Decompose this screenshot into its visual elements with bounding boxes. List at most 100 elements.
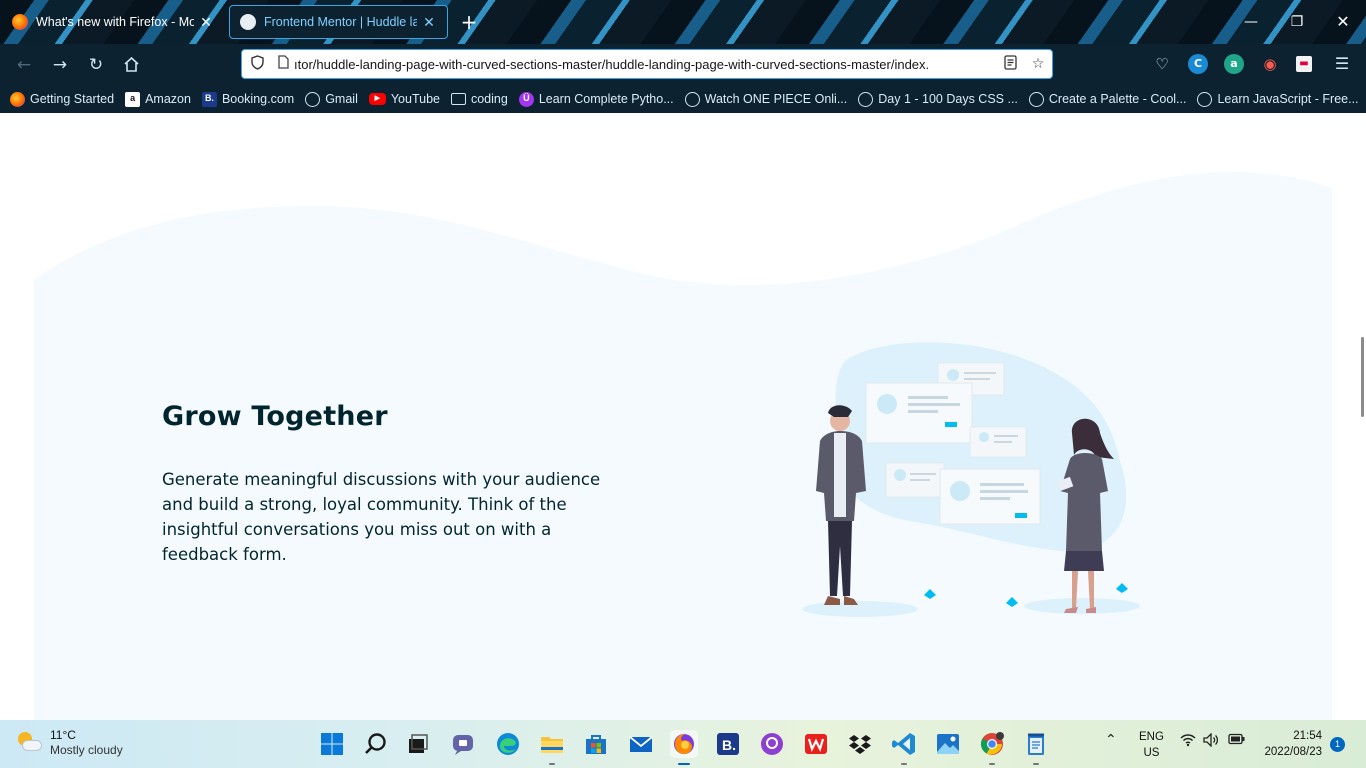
bookmarks-toolbar: Getting Started a Amazon B. Booking.com Gm… xyxy=(0,85,1366,113)
windows-taskbar: 11°C Mostly cloudy B. ⌃ ENG US 21:54 202… xyxy=(0,720,1366,768)
tab-whats-new-firefox[interactable]: What's new with Firefox - More ✕ xyxy=(2,5,224,39)
edge-button[interactable] xyxy=(494,730,522,758)
notification-badge[interactable]: 1 xyxy=(1330,737,1345,752)
github-desktop-button[interactable] xyxy=(758,730,786,758)
mail-button[interactable] xyxy=(627,730,655,758)
forward-button[interactable]: → xyxy=(47,52,73,78)
volume-icon[interactable] xyxy=(1203,732,1220,751)
battery-icon[interactable] xyxy=(1228,733,1246,749)
firefox-icon xyxy=(10,91,25,107)
file-explorer-button[interactable] xyxy=(538,730,566,765)
windows-start-icon xyxy=(321,733,343,755)
input-language-indicator[interactable]: ENG US xyxy=(1139,729,1164,761)
github-desktop-icon xyxy=(761,733,783,755)
notepad-icon xyxy=(1028,733,1044,755)
bookmark-coolors-palette[interactable]: Create a Palette - Cool... xyxy=(1028,91,1186,107)
booking-icon: B. xyxy=(201,91,217,107)
notes-extension-icon[interactable]: ▬ xyxy=(1296,56,1312,72)
globe-icon xyxy=(305,91,321,107)
booking-app-icon: B. xyxy=(717,733,739,755)
system-clock[interactable]: 21:54 2022/08/23 xyxy=(1258,728,1322,760)
bookmark-star-icon[interactable]: ☆ xyxy=(1024,56,1052,72)
extension-a-icon[interactable]: a xyxy=(1224,54,1244,74)
chrome-icon xyxy=(981,732,1004,755)
start-button[interactable] xyxy=(318,730,346,758)
arrow-right-icon: → xyxy=(52,55,68,75)
bookmark-learn-python[interactable]: Ü Learn Complete Pytho... xyxy=(518,91,674,107)
photos-icon xyxy=(937,734,959,754)
edge-icon xyxy=(497,733,519,755)
frontend-mentor-icon xyxy=(240,14,256,30)
bookmark-youtube[interactable]: ▶ YouTube xyxy=(368,92,440,106)
microsoft-store-icon xyxy=(586,735,606,754)
bookmark-100-days-css[interactable]: Day 1 - 100 Days CSS ... xyxy=(858,91,1018,107)
home-button[interactable] xyxy=(118,52,144,78)
task-view-button[interactable] xyxy=(404,730,432,758)
new-tab-button[interactable]: + xyxy=(456,10,482,36)
grow-together-illustration xyxy=(802,342,1140,617)
microsoft-store-button[interactable] xyxy=(582,730,610,758)
bookmark-getting-started[interactable]: Getting Started xyxy=(10,91,114,107)
bookmark-label: coding xyxy=(470,92,508,106)
globe-icon xyxy=(684,91,700,107)
show-hidden-icons-chevron-up-icon[interactable]: ⌃ xyxy=(1105,732,1117,748)
dropbox-button[interactable] xyxy=(846,730,874,758)
wps-office-button[interactable] xyxy=(802,730,830,758)
navigation-toolbar: ← → ↻ ıtor/huddle-landing-page-with-curv… xyxy=(0,44,1366,85)
address-bar[interactable]: ıtor/huddle-landing-page-with-curved-sec… xyxy=(241,49,1053,79)
bookmark-label: Day 1 - 100 Days CSS ... xyxy=(878,92,1018,106)
minimize-button[interactable]: — xyxy=(1228,8,1274,36)
close-window-button[interactable]: ✕ xyxy=(1320,8,1366,36)
screenshot-camera-icon[interactable]: ◉ xyxy=(1260,54,1280,74)
weather-widget[interactable]: 11°C Mostly cloudy xyxy=(16,728,123,758)
tab-title: Frontend Mentor | Huddle landi xyxy=(264,15,417,29)
bookmark-learn-javascript[interactable]: Learn JavaScript - Free... xyxy=(1197,91,1359,107)
section-description: Generate meaningful discussions with you… xyxy=(162,470,601,564)
amazon-icon: a xyxy=(125,91,141,107)
clock-date: 2022/08/23 xyxy=(1264,746,1322,758)
bookmark-folder-coding[interactable]: coding xyxy=(450,92,508,106)
bookmark-amazon[interactable]: a Amazon xyxy=(125,91,191,107)
globe-icon xyxy=(1197,91,1213,107)
page-scrollbar-thumb[interactable] xyxy=(1361,337,1364,417)
page-info-icon[interactable] xyxy=(272,55,294,73)
booking-app-button[interactable]: B. xyxy=(714,730,742,758)
partly-cloudy-icon xyxy=(16,732,42,754)
tab-close-icon[interactable]: ✕ xyxy=(198,14,214,31)
tab-close-icon[interactable]: ✕ xyxy=(421,14,437,31)
extension-c-icon[interactable]: C xyxy=(1188,54,1208,74)
search-icon xyxy=(365,733,386,754)
hamburger-menu-icon[interactable]: ☰ xyxy=(1332,54,1352,74)
wps-office-icon xyxy=(805,734,827,754)
section-heading: Grow Together xyxy=(162,401,388,432)
bookmark-one-piece[interactable]: Watch ONE PIECE Onli... xyxy=(684,91,847,107)
browser-title-bar: What's new with Firefox - More ✕ Fronten… xyxy=(0,0,1366,44)
bookmark-gmail[interactable]: Gmail xyxy=(305,91,358,107)
reload-button[interactable]: ↻ xyxy=(83,52,109,78)
pocket-icon[interactable]: ♡ xyxy=(1152,54,1172,74)
task-view-icon xyxy=(409,734,428,753)
reader-view-icon[interactable] xyxy=(996,54,1024,74)
weather-temperature: 11°C xyxy=(50,728,76,742)
udemy-icon: Ü xyxy=(518,91,534,107)
tab-frontend-mentor[interactable]: Frontend Mentor | Huddle landi ✕ xyxy=(229,5,448,39)
taskbar-search-button[interactable] xyxy=(362,730,390,758)
bookmark-label: YouTube xyxy=(390,92,440,106)
bookmark-label: Gmail xyxy=(325,92,358,106)
notepad-button[interactable] xyxy=(1022,730,1050,765)
tracking-protection-shield-icon[interactable] xyxy=(242,54,272,74)
keyboard-region: US xyxy=(1143,747,1160,759)
globe-icon xyxy=(858,91,874,107)
teams-chat-button[interactable] xyxy=(449,730,477,758)
bookmark-label: Learn Complete Pytho... xyxy=(538,92,674,106)
weather-condition: Mostly cloudy xyxy=(50,743,123,757)
restore-button[interactable]: ❐ xyxy=(1274,8,1320,36)
chrome-button[interactable] xyxy=(978,730,1006,765)
youtube-icon: ▶ xyxy=(368,93,386,105)
firefox-taskbar-button[interactable] xyxy=(670,730,698,765)
vscode-button[interactable] xyxy=(890,730,918,765)
wifi-icon[interactable] xyxy=(1180,733,1196,751)
back-button[interactable]: ← xyxy=(11,52,37,78)
photos-button[interactable] xyxy=(934,730,962,758)
bookmark-booking[interactable]: B. Booking.com xyxy=(201,91,294,107)
